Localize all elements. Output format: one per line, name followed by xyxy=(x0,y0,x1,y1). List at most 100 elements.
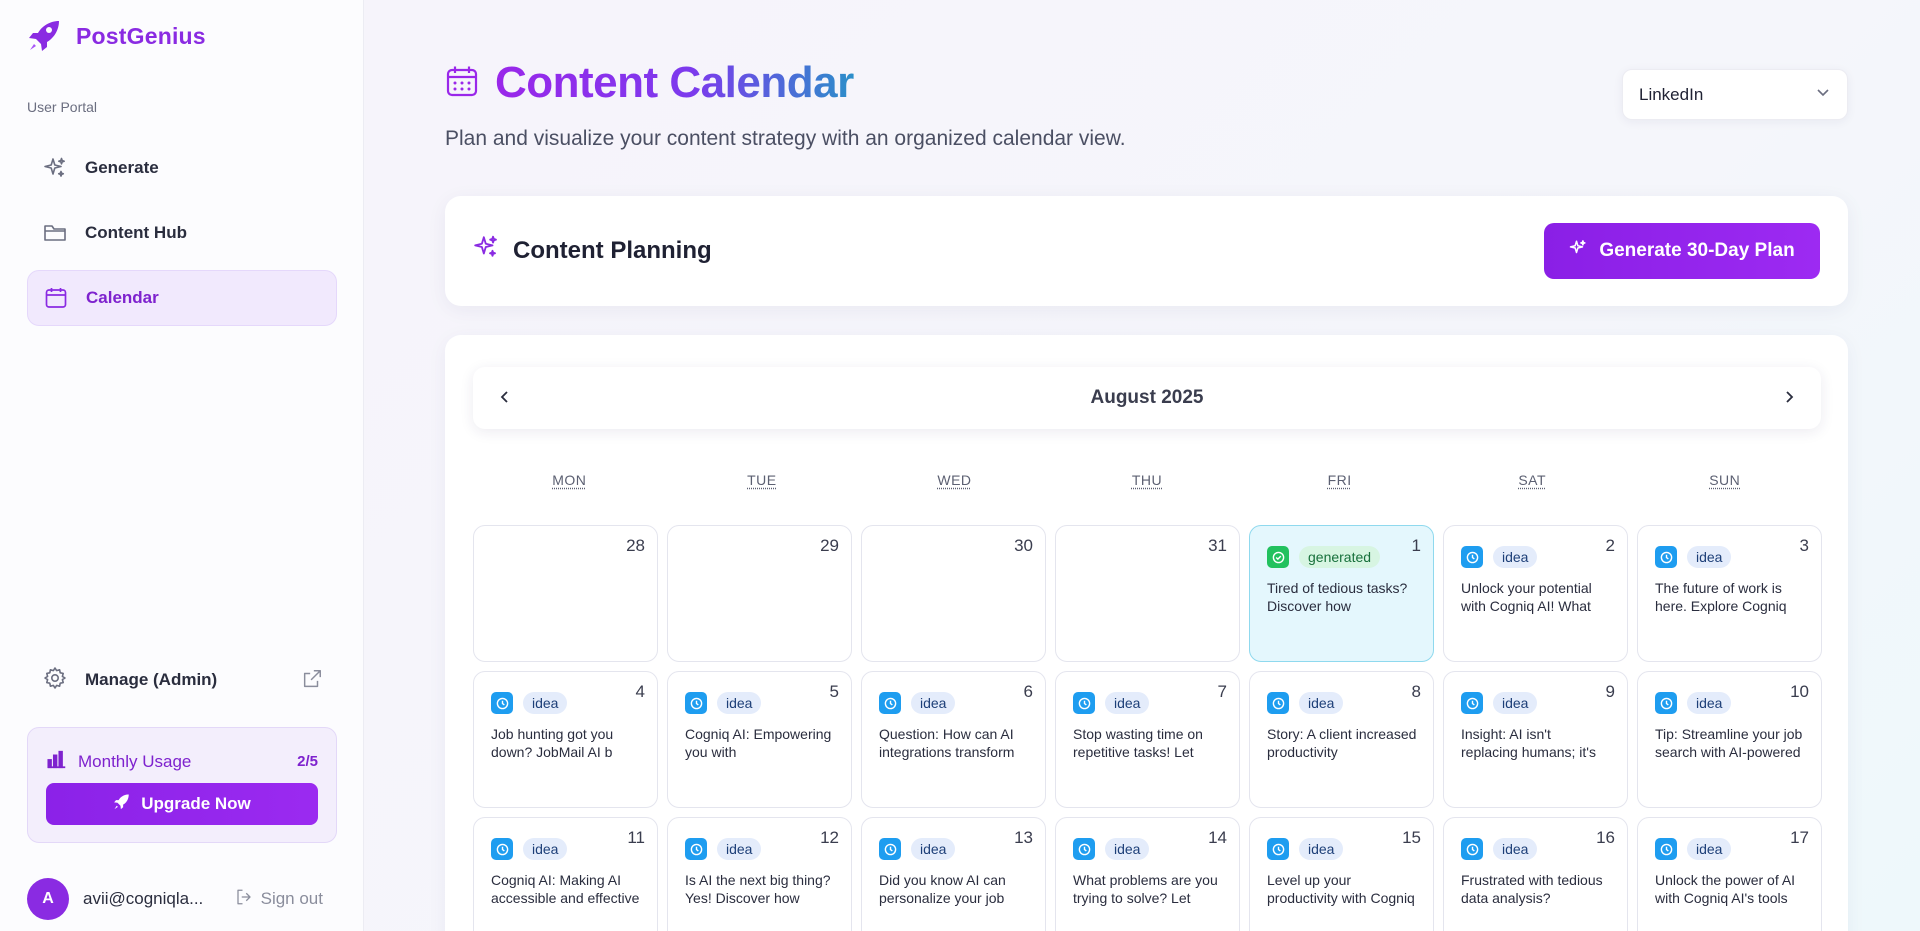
status-badge: idea xyxy=(1105,838,1149,860)
calendar-day-cell[interactable]: 6 idea Question: How can AI integrations t… xyxy=(861,671,1046,808)
status-badge: idea xyxy=(1105,692,1149,714)
clock-icon xyxy=(1461,546,1483,568)
page-subtitle: Plan and visualize your content strategy… xyxy=(445,127,1126,151)
clock-icon xyxy=(1461,692,1483,714)
platform-select[interactable]: LinkedIn xyxy=(1622,69,1848,120)
upgrade-label: Upgrade Now xyxy=(141,794,251,814)
status-badge: idea xyxy=(1493,546,1537,568)
calendar-day-cell[interactable]: 10 idea Tip: Streamline your job search wi… xyxy=(1637,671,1822,808)
calendar-day-cell[interactable]: 29 xyxy=(667,525,852,662)
rocket-icon xyxy=(113,793,131,816)
calendar-day-cell[interactable]: 31 xyxy=(1055,525,1240,662)
portal-label: User Portal xyxy=(27,99,97,115)
calendar-day-cell[interactable]: 2 idea Unlock your potential with Cogniq A… xyxy=(1443,525,1628,662)
day-number: 14 xyxy=(1208,828,1227,848)
weekday-label: SAT xyxy=(1436,472,1629,488)
calendar-card: August 2025 MON TUE WED THU FRI SAT SUN … xyxy=(445,335,1848,931)
month-navigator: August 2025 xyxy=(473,367,1821,429)
calendar-day-cell[interactable]: 9 idea Insight: AI isn't replacing humans;… xyxy=(1443,671,1628,808)
brand-name: PostGenius xyxy=(76,23,206,50)
upgrade-button[interactable]: Upgrade Now xyxy=(46,783,318,825)
post-snippet: Unlock your potential with Cogniq AI! Wh… xyxy=(1461,579,1611,615)
post-snippet: Is AI the next big thing? Yes! Discover … xyxy=(685,871,835,907)
weekday-label: THU xyxy=(1051,472,1244,488)
day-number: 13 xyxy=(1014,828,1033,848)
calendar-day-cell[interactable]: 5 idea Cogniq AI: Empowering you with xyxy=(667,671,852,808)
month-label: August 2025 xyxy=(1091,387,1204,409)
post-snippet: Story: A client increased productivity xyxy=(1267,725,1417,761)
content-planning-card: Content Planning Generate 30-Day Plan xyxy=(445,196,1848,306)
day-number: 2 xyxy=(1606,536,1615,556)
calendar-day-cell[interactable]: 8 idea Story: A client increased productiv… xyxy=(1249,671,1434,808)
post-snippet: Cogniq AI: Making AI accessible and effe… xyxy=(491,871,641,907)
weekday-label: WED xyxy=(858,472,1051,488)
clock-icon xyxy=(1073,692,1095,714)
status-badge: idea xyxy=(1687,546,1731,568)
clock-icon xyxy=(1267,692,1289,714)
status-badge: idea xyxy=(1299,838,1343,860)
page-header: Content Calendar xyxy=(445,58,854,108)
day-number: 6 xyxy=(1024,682,1033,702)
clock-icon xyxy=(879,692,901,714)
external-link-icon[interactable] xyxy=(301,668,323,695)
calendar-day-cell[interactable]: 15 idea Level up your productivity with Co… xyxy=(1249,817,1434,931)
status-badge: idea xyxy=(523,692,567,714)
sidebar-item-label: Generate xyxy=(85,158,159,178)
day-number: 7 xyxy=(1218,682,1227,702)
post-snippet: Stop wasting time on repetitive tasks! L… xyxy=(1073,725,1223,761)
calendar-day-cell[interactable]: 4 idea Job hunting got you down? JobMail A… xyxy=(473,671,658,808)
day-number: 16 xyxy=(1596,828,1615,848)
brand[interactable]: PostGenius xyxy=(26,18,206,54)
post-snippet: Level up your productivity with Cogniq xyxy=(1267,871,1417,907)
clock-icon xyxy=(1461,838,1483,860)
calendar-day-cell[interactable]: 7 idea Stop wasting time on repetitive tas… xyxy=(1055,671,1240,808)
day-number: 31 xyxy=(1208,536,1227,556)
chevron-right-icon[interactable] xyxy=(1777,385,1801,409)
calendar-day-cell[interactable]: 13 idea Did you know AI can personalize yo… xyxy=(861,817,1046,931)
status-badge: idea xyxy=(1687,838,1731,860)
post-snippet: Job hunting got you down? JobMail AI b xyxy=(491,725,641,761)
calendar-day-cell[interactable]: 30 xyxy=(861,525,1046,662)
main-content: Content Calendar Plan and visualize your… xyxy=(365,0,1920,931)
generate-30-day-plan-button[interactable]: Generate 30-Day Plan xyxy=(1544,223,1820,279)
clock-icon xyxy=(685,838,707,860)
day-number: 15 xyxy=(1402,828,1421,848)
status-badge: idea xyxy=(1493,692,1537,714)
day-number: 12 xyxy=(820,828,839,848)
clock-icon xyxy=(1655,838,1677,860)
sidebar-item-generate[interactable]: Generate xyxy=(27,140,337,196)
chevron-left-icon[interactable] xyxy=(493,385,517,409)
sidebar-item-manage-admin[interactable]: Manage (Admin) xyxy=(27,652,337,708)
calendar-day-cell[interactable]: 16 idea Frustrated with tedious data analy… xyxy=(1443,817,1628,931)
page-title: Content Calendar xyxy=(495,58,854,108)
status-badge: idea xyxy=(717,692,761,714)
sign-out-button[interactable]: Sign out xyxy=(235,888,323,911)
usage-title: Monthly Usage xyxy=(78,752,191,772)
calendar-day-cell[interactable]: 28 xyxy=(473,525,658,662)
clock-icon xyxy=(1267,838,1289,860)
user-email: avii@cogniqla... xyxy=(83,889,213,909)
platform-value: LinkedIn xyxy=(1639,85,1703,105)
calendar-day-cell[interactable]: 1 generated Tired of tedious tasks? Discov… xyxy=(1249,525,1434,662)
weekday-header: MON TUE WED THU FRI SAT SUN xyxy=(473,472,1821,488)
sidebar-item-content-hub[interactable]: Content Hub xyxy=(27,205,337,261)
status-badge: idea xyxy=(523,838,567,860)
calendar-day-cell[interactable]: 3 idea The future of work is here. Explore… xyxy=(1637,525,1822,662)
rocket-logo-icon xyxy=(26,18,64,54)
calendar-day-cell[interactable]: 14 idea What problems are you trying to so… xyxy=(1055,817,1240,931)
day-number: 4 xyxy=(636,682,645,702)
sign-out-icon xyxy=(235,888,253,911)
post-snippet: Tip: Streamline your job search with AI-… xyxy=(1655,725,1805,761)
sidebar-item-label: Calendar xyxy=(86,288,159,308)
status-badge: idea xyxy=(1299,692,1343,714)
sparkles-icon xyxy=(1569,239,1587,263)
sidebar-item-calendar[interactable]: Calendar xyxy=(27,270,337,326)
calendar-day-cell[interactable]: 11 idea Cogniq AI: Making AI accessible an… xyxy=(473,817,658,931)
avatar[interactable]: A xyxy=(27,878,69,920)
calendar-day-cell[interactable]: 17 idea Unlock the power of AI with Cogniq… xyxy=(1637,817,1822,931)
day-number: 1 xyxy=(1412,536,1421,556)
clock-icon xyxy=(879,838,901,860)
status-badge: idea xyxy=(911,838,955,860)
calendar-day-cell[interactable]: 12 idea Is AI the next big thing? Yes! Dis… xyxy=(667,817,852,931)
status-badge: idea xyxy=(717,838,761,860)
